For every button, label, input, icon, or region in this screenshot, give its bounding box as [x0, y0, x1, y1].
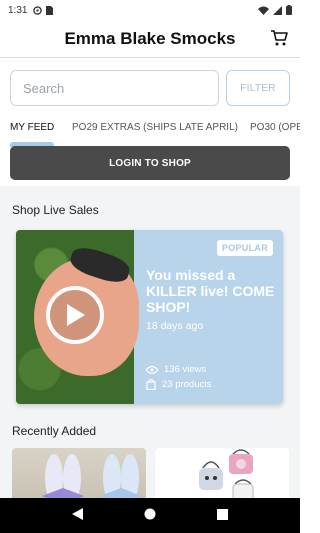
status-bar: 1:31 — [0, 0, 300, 20]
feed-content[interactable]: Shop Live Sales POPULAR You missed a KIL… — [0, 186, 300, 498]
status-left-icons — [33, 5, 54, 15]
recently-added-title: Recently Added — [12, 424, 97, 438]
shopping-bag-icon — [146, 379, 156, 390]
app-header: Emma Blake Smocks — [0, 20, 300, 58]
sync-icon — [33, 5, 43, 15]
popular-badge: POPULAR — [216, 240, 273, 256]
back-icon — [72, 507, 84, 520]
app-title: Emma Blake Smocks — [64, 28, 236, 48]
play-icon — [67, 304, 85, 326]
sim-card-icon — [46, 5, 54, 15]
recent-product-card[interactable] — [12, 448, 146, 498]
cart-button[interactable] — [270, 29, 288, 47]
nav-home-button[interactable] — [144, 507, 156, 525]
status-right-icons — [258, 5, 292, 15]
eye-icon — [146, 365, 158, 374]
home-icon — [144, 508, 156, 519]
nav-back-button[interactable] — [72, 507, 84, 525]
nav-recents-button[interactable] — [216, 507, 228, 525]
cart-icon — [271, 30, 288, 46]
live-sale-thumbnail — [16, 230, 139, 404]
login-to-shop-button[interactable]: LOGIN TO SHOP — [10, 146, 290, 180]
tab-po30[interactable]: PO30 (OPE — [250, 122, 300, 133]
products-count: 23 products — [162, 379, 212, 390]
recently-added-grid — [12, 448, 292, 498]
recents-icon — [216, 508, 228, 520]
wifi-icon — [258, 6, 269, 15]
battery-icon — [286, 5, 292, 15]
live-sale-headline: You missed a KILLER live! COME SHOP! — [146, 267, 275, 315]
shop-live-sales-title: Shop Live Sales — [12, 203, 99, 217]
purses-image — [199, 449, 254, 498]
views-stat: 136 views — [146, 364, 206, 375]
filter-button[interactable]: FILTER — [226, 70, 290, 106]
live-sale-info: POPULAR You missed a KILLER live! COME S… — [146, 230, 283, 404]
live-sale-time-ago: 18 days ago — [146, 320, 204, 332]
tab-po29-extras[interactable]: PO29 EXTRAS (SHIPS LATE APRIL) — [72, 122, 238, 133]
play-button[interactable] — [46, 286, 104, 344]
products-stat: 23 products — [146, 379, 212, 390]
search-input[interactable] — [10, 70, 219, 106]
bunny-ears-bows-image — [42, 454, 142, 498]
signal-icon — [273, 5, 282, 15]
search-row: FILTER — [10, 70, 290, 108]
category-tabs: MY FEED PO29 EXTRAS (SHIPS LATE APRIL) P… — [0, 118, 300, 142]
live-sale-card[interactable]: POPULAR You missed a KILLER live! COME S… — [16, 230, 283, 404]
status-time: 1:31 — [8, 4, 28, 16]
system-nav-bar — [0, 498, 300, 533]
recent-product-card[interactable] — [155, 448, 289, 498]
views-count: 136 views — [164, 364, 207, 375]
tab-my-feed[interactable]: MY FEED — [10, 122, 54, 133]
